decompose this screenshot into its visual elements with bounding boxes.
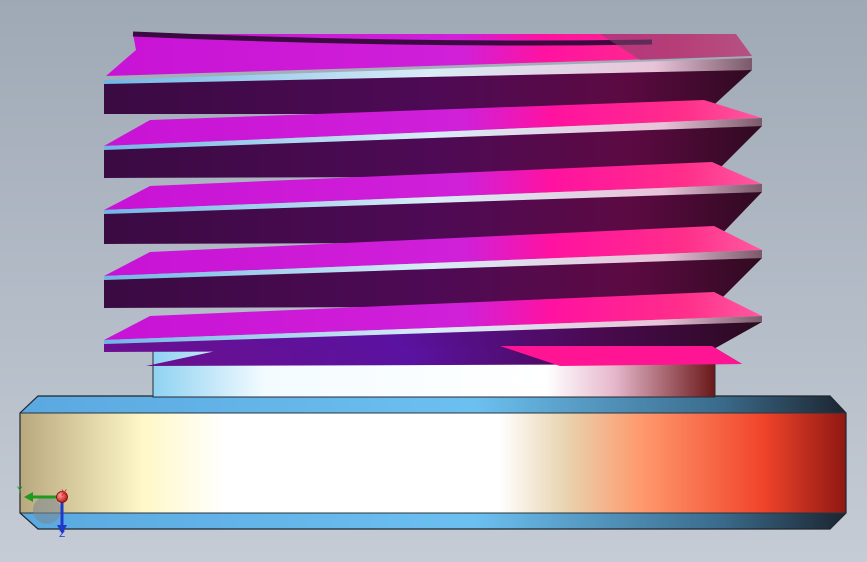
base-collar (19, 395, 847, 530)
base-face (20, 413, 846, 513)
threaded-shank (104, 31, 762, 366)
cad-viewport[interactable] (0, 0, 867, 562)
base-bottom-bevel (20, 513, 846, 529)
triad-x-ball (56, 491, 68, 503)
base-top-bevel (20, 396, 846, 413)
